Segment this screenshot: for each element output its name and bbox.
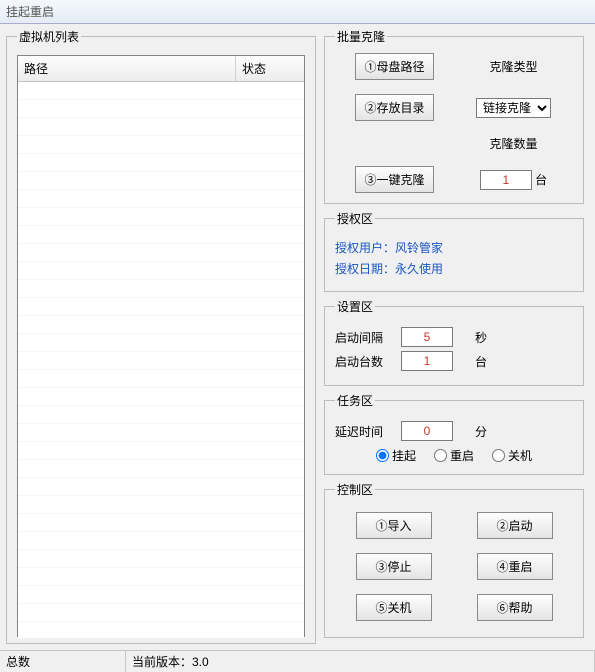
restart-button[interactable]: ④重启 <box>477 553 553 580</box>
control-legend: 控制区 <box>335 481 375 498</box>
left-column: 虚拟机列表 路径 状态 <box>6 28 316 650</box>
radio-suspend-label[interactable]: 挂起 <box>376 447 416 464</box>
radio-shutdown[interactable] <box>492 449 505 462</box>
clone-type-label: 克隆类型 <box>489 58 537 75</box>
control-group: 控制区 ①导入 ②启动 ③停止 ④重启 ⑤关机 ⑥帮助 <box>324 481 584 638</box>
interval-input[interactable] <box>401 327 453 347</box>
vm-table[interactable]: 路径 状态 <box>17 55 305 637</box>
delay-input[interactable] <box>401 421 453 441</box>
start-count-label: 启动台数 <box>335 353 393 370</box>
radio-restart-label[interactable]: 重启 <box>434 447 474 464</box>
vm-list-group: 虚拟机列表 路径 状态 <box>6 28 316 644</box>
col-path[interactable]: 路径 <box>18 56 236 81</box>
auth-user: 授权用户：风铃管家 <box>335 239 573 256</box>
start-button[interactable]: ②启动 <box>477 512 553 539</box>
start-count-unit: 台 <box>475 353 487 370</box>
auth-legend: 授权区 <box>335 210 375 227</box>
mother-disk-button[interactable]: ①母盘路径 <box>355 53 433 80</box>
radio-restart[interactable] <box>434 449 447 462</box>
clone-group: 批量克隆 ①母盘路径 克隆类型 ②存放目录 链接克隆 克隆数量 ③一键克隆 台 <box>324 28 584 204</box>
clone-legend: 批量克隆 <box>335 28 387 45</box>
right-column: 批量克隆 ①母盘路径 克隆类型 ②存放目录 链接克隆 克隆数量 ③一键克隆 台 … <box>324 28 584 650</box>
storage-dir-button[interactable]: ②存放目录 <box>355 94 433 121</box>
vm-table-header: 路径 状态 <box>18 56 304 82</box>
interval-unit: 秒 <box>475 329 487 346</box>
start-count-input[interactable] <box>401 351 453 371</box>
delay-unit: 分 <box>475 423 487 440</box>
title-bar: 挂起重启 <box>0 0 595 24</box>
settings-legend: 设置区 <box>335 298 375 315</box>
task-group: 任务区 延迟时间 分 挂起 重启 关机 <box>324 392 584 475</box>
interval-label: 启动间隔 <box>335 329 393 346</box>
task-radio-row: 挂起 重启 关机 <box>335 447 573 464</box>
clone-count-input[interactable] <box>480 170 532 190</box>
clone-type-select[interactable]: 链接克隆 <box>476 98 551 118</box>
main-area: 虚拟机列表 路径 状态 批量克隆 ①母盘路径 克隆类型 ②存放目录 链接克隆 <box>0 24 595 650</box>
delay-label: 延迟时间 <box>335 423 393 440</box>
stop-button[interactable]: ③停止 <box>356 553 432 580</box>
clone-count-unit: 台 <box>535 173 547 187</box>
clone-count-label: 克隆数量 <box>489 135 537 152</box>
shutdown-button[interactable]: ⑤关机 <box>356 594 432 621</box>
col-status[interactable]: 状态 <box>236 56 304 81</box>
vm-list-legend: 虚拟机列表 <box>17 28 81 45</box>
window-title: 挂起重启 <box>6 5 54 19</box>
radio-suspend[interactable] <box>376 449 389 462</box>
vm-table-body[interactable] <box>18 82 304 638</box>
task-legend: 任务区 <box>335 392 375 409</box>
one-click-clone-button[interactable]: ③一键克隆 <box>355 166 433 193</box>
import-button[interactable]: ①导入 <box>356 512 432 539</box>
auth-group: 授权区 授权用户：风铃管家 授权日期：永久使用 <box>324 210 584 292</box>
auth-date: 授权日期：永久使用 <box>335 260 573 277</box>
radio-shutdown-label[interactable]: 关机 <box>492 447 532 464</box>
settings-group: 设置区 启动间隔 秒 启动台数 台 <box>324 298 584 386</box>
help-button[interactable]: ⑥帮助 <box>477 594 553 621</box>
